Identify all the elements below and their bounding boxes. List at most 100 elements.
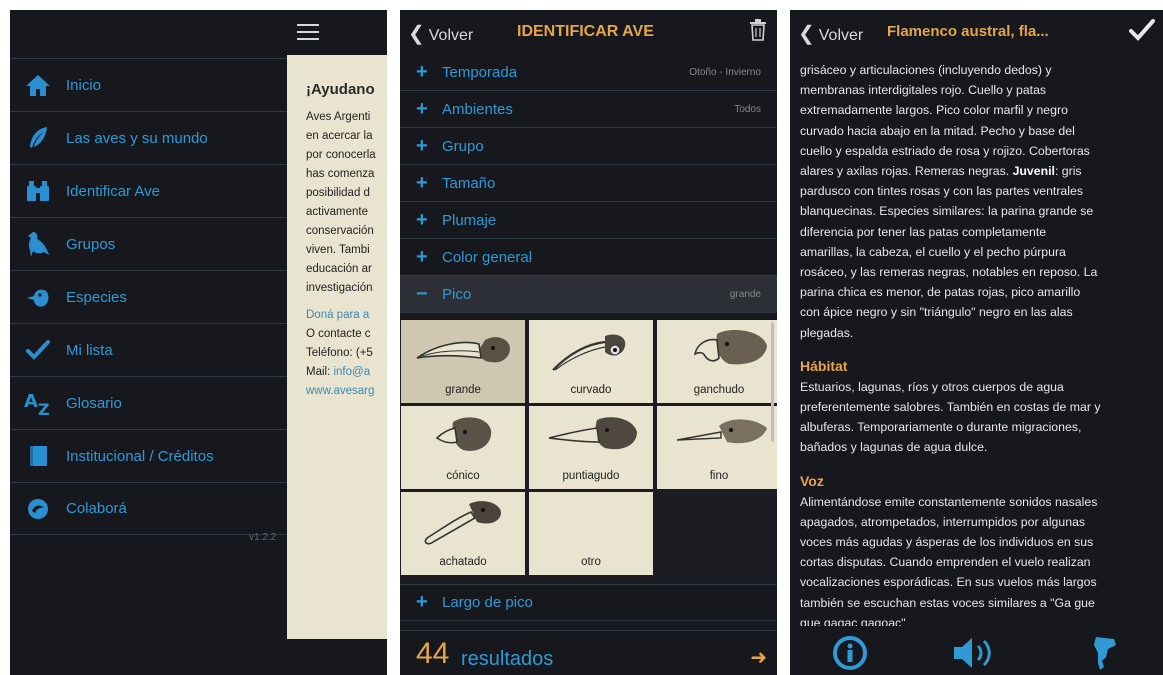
menu-item-colabora[interactable]: Colaborá xyxy=(10,482,287,535)
page-title: Flamenco austral, fla... xyxy=(887,23,1049,40)
contact-line: O contacte c xyxy=(306,328,371,340)
voz-line: vocalizaciones esporádicas. En sus vuelo… xyxy=(800,575,1097,590)
description-line: parina chica es menor, de patas rojas, p… xyxy=(800,285,1081,300)
filter-largo-pico[interactable]: + Largo de pico xyxy=(400,584,777,621)
habitat-line: albuferas. Temporariamente o durante mig… xyxy=(800,420,1082,435)
trash-icon[interactable] xyxy=(749,19,767,41)
description-line: pardusco con tintes rosas y con las part… xyxy=(800,184,1083,199)
menu-item-glosario[interactable]: AZ Glosario xyxy=(10,376,287,429)
voz-line: apagados, atrompetados, interrumpidos po… xyxy=(800,514,1086,529)
juvenil-text: : gris xyxy=(1054,164,1082,179)
voz-line: también se escuchan estas voces similare… xyxy=(800,595,1095,610)
habitat-line: preferentemente salobres. También en cos… xyxy=(800,400,1101,415)
checkmark-icon[interactable] xyxy=(1129,17,1155,43)
content-line: conservación xyxy=(306,225,374,237)
menu-item-especies[interactable]: Especies xyxy=(10,270,287,323)
juvenil-label: Juvenil xyxy=(1012,164,1055,179)
voz-line: Alimentándose emite constantemente sonid… xyxy=(800,494,1098,509)
content-panel: ¡Ayudano Aves Argenti en acercar la por … xyxy=(287,55,387,639)
menu-label: Glosario xyxy=(66,394,122,412)
description-line: blanquecinas. Especies similares: la par… xyxy=(800,204,1094,219)
conical-beak-icon xyxy=(435,417,492,451)
filter-label: Plumaje xyxy=(442,211,497,229)
content-line: has comenza xyxy=(306,168,375,180)
side-menu: Inicio Las aves y su mundo Identificar A… xyxy=(10,58,287,535)
menu-item-grupos[interactable]: Grupos xyxy=(10,217,287,270)
menu-item-inicio[interactable]: Inicio xyxy=(10,58,287,111)
filter-label: Ambientes xyxy=(442,100,513,118)
beak-option-otro[interactable]: otro xyxy=(529,492,653,575)
content-line: Aves Argenti xyxy=(306,111,371,123)
beak-label: otro xyxy=(581,556,601,568)
menu-item-aves-mundo[interactable]: Las aves y su mundo xyxy=(10,111,287,164)
checkmark-icon xyxy=(10,339,66,361)
menu-label: Institucional / Créditos xyxy=(66,447,214,465)
content-line: por conocerla xyxy=(306,149,376,161)
expand-icon: + xyxy=(416,97,428,120)
menu-item-identificar[interactable]: Identificar Ave xyxy=(10,164,287,217)
filter-tamano[interactable]: + Tamaño xyxy=(400,165,777,202)
menu-label: Identificar Ave xyxy=(66,182,160,200)
description-line: rosáceo, y las remeras negras, notables … xyxy=(800,265,1098,280)
website-link[interactable]: www.avesarg xyxy=(306,382,387,401)
filter-label: Tamaño xyxy=(442,174,496,192)
menu-item-mi-lista[interactable]: Mi lista xyxy=(10,323,287,376)
description-line: extremadamente largos. Pico color marfil… xyxy=(800,103,1068,118)
pointed-beak-icon xyxy=(548,417,637,450)
beak-label: grande xyxy=(445,384,481,396)
expand-icon: + xyxy=(416,171,428,194)
feather-icon xyxy=(10,125,66,151)
speaker-icon[interactable] xyxy=(952,635,996,671)
arrow-right-icon[interactable]: ➜ xyxy=(750,645,767,670)
app-version: v1.2.2 xyxy=(249,532,277,543)
beak-option-grande[interactable]: grande xyxy=(401,320,525,403)
species-detail-screen: ❮ Volver Flamenco austral, fla... grisáce… xyxy=(790,10,1163,675)
results-bar[interactable]: 44 resultados ➜ xyxy=(400,630,777,675)
filter-color-general[interactable]: + Color general xyxy=(400,239,777,276)
book-icon xyxy=(10,444,66,468)
filter-label: Pico xyxy=(442,285,472,303)
beak-option-conico[interactable]: cónico xyxy=(401,406,525,489)
page-title: IDENTIFICAR AVE xyxy=(517,23,654,40)
voz-heading: Voz xyxy=(800,472,824,489)
voz-line: voces más agudas y ásperas de los indivi… xyxy=(800,535,1094,550)
description-line: alares y axilas rojas. Remeras negras. J… xyxy=(800,161,1160,181)
filter-plumaje[interactable]: + Plumaje xyxy=(400,202,777,239)
back-button[interactable]: ❮ Volver xyxy=(408,21,473,46)
filter-grupo[interactable]: + Grupo xyxy=(400,128,777,165)
beak-label: puntiagudo xyxy=(562,470,620,482)
mail-line: Mail: info@a xyxy=(306,363,387,382)
filter-pico[interactable]: − Pico grande xyxy=(400,276,777,313)
filter-temporada[interactable]: + Temporada Otoño - Invierno xyxy=(400,54,777,91)
description-line: con ápice negro y sin "triángulo" negro … xyxy=(800,305,1073,320)
scrollbar[interactable] xyxy=(771,322,774,442)
bird-head-icon xyxy=(10,286,66,308)
hand-icon xyxy=(10,498,66,520)
home-icon xyxy=(10,73,66,97)
back-button[interactable]: ❮ Volver xyxy=(798,21,863,46)
beak-option-fino[interactable]: fino xyxy=(657,406,777,489)
map-icon[interactable] xyxy=(1088,635,1124,671)
large-beak-icon xyxy=(416,337,510,363)
mail-link[interactable]: info@a xyxy=(333,366,370,378)
donate-link[interactable]: Doná para a xyxy=(306,306,387,325)
filter-ambientes[interactable]: + Ambientes Todos xyxy=(400,91,777,128)
beak-label: ganchudo xyxy=(693,384,745,396)
hamburger-menu-icon[interactable] xyxy=(297,24,319,42)
top-bar xyxy=(10,10,387,58)
menu-item-institucional[interactable]: Institucional / Créditos xyxy=(10,429,287,482)
beak-option-curvado[interactable]: curvado xyxy=(529,320,653,403)
beak-option-achatado[interactable]: achatado xyxy=(401,492,525,575)
beak-option-ganchudo[interactable]: ganchudo xyxy=(657,320,777,403)
beak-option-puntiagudo[interactable]: puntiagudo xyxy=(529,406,653,489)
filter-label: Largo de pico xyxy=(442,594,533,611)
filter-label: Color general xyxy=(442,248,533,266)
voz-line: cortas disputas. Cuando emprenden el vue… xyxy=(800,555,1091,570)
hooked-beak-icon xyxy=(693,330,767,365)
species-description: grisáceo y articulaciones (incluyendo de… xyxy=(800,60,1160,626)
thin-beak-icon xyxy=(676,419,767,444)
beak-label: fino xyxy=(709,470,729,482)
content-line: en acercar la xyxy=(306,130,373,142)
info-icon[interactable] xyxy=(832,635,868,671)
phone-line: Teléfono: (+5 xyxy=(306,347,373,359)
